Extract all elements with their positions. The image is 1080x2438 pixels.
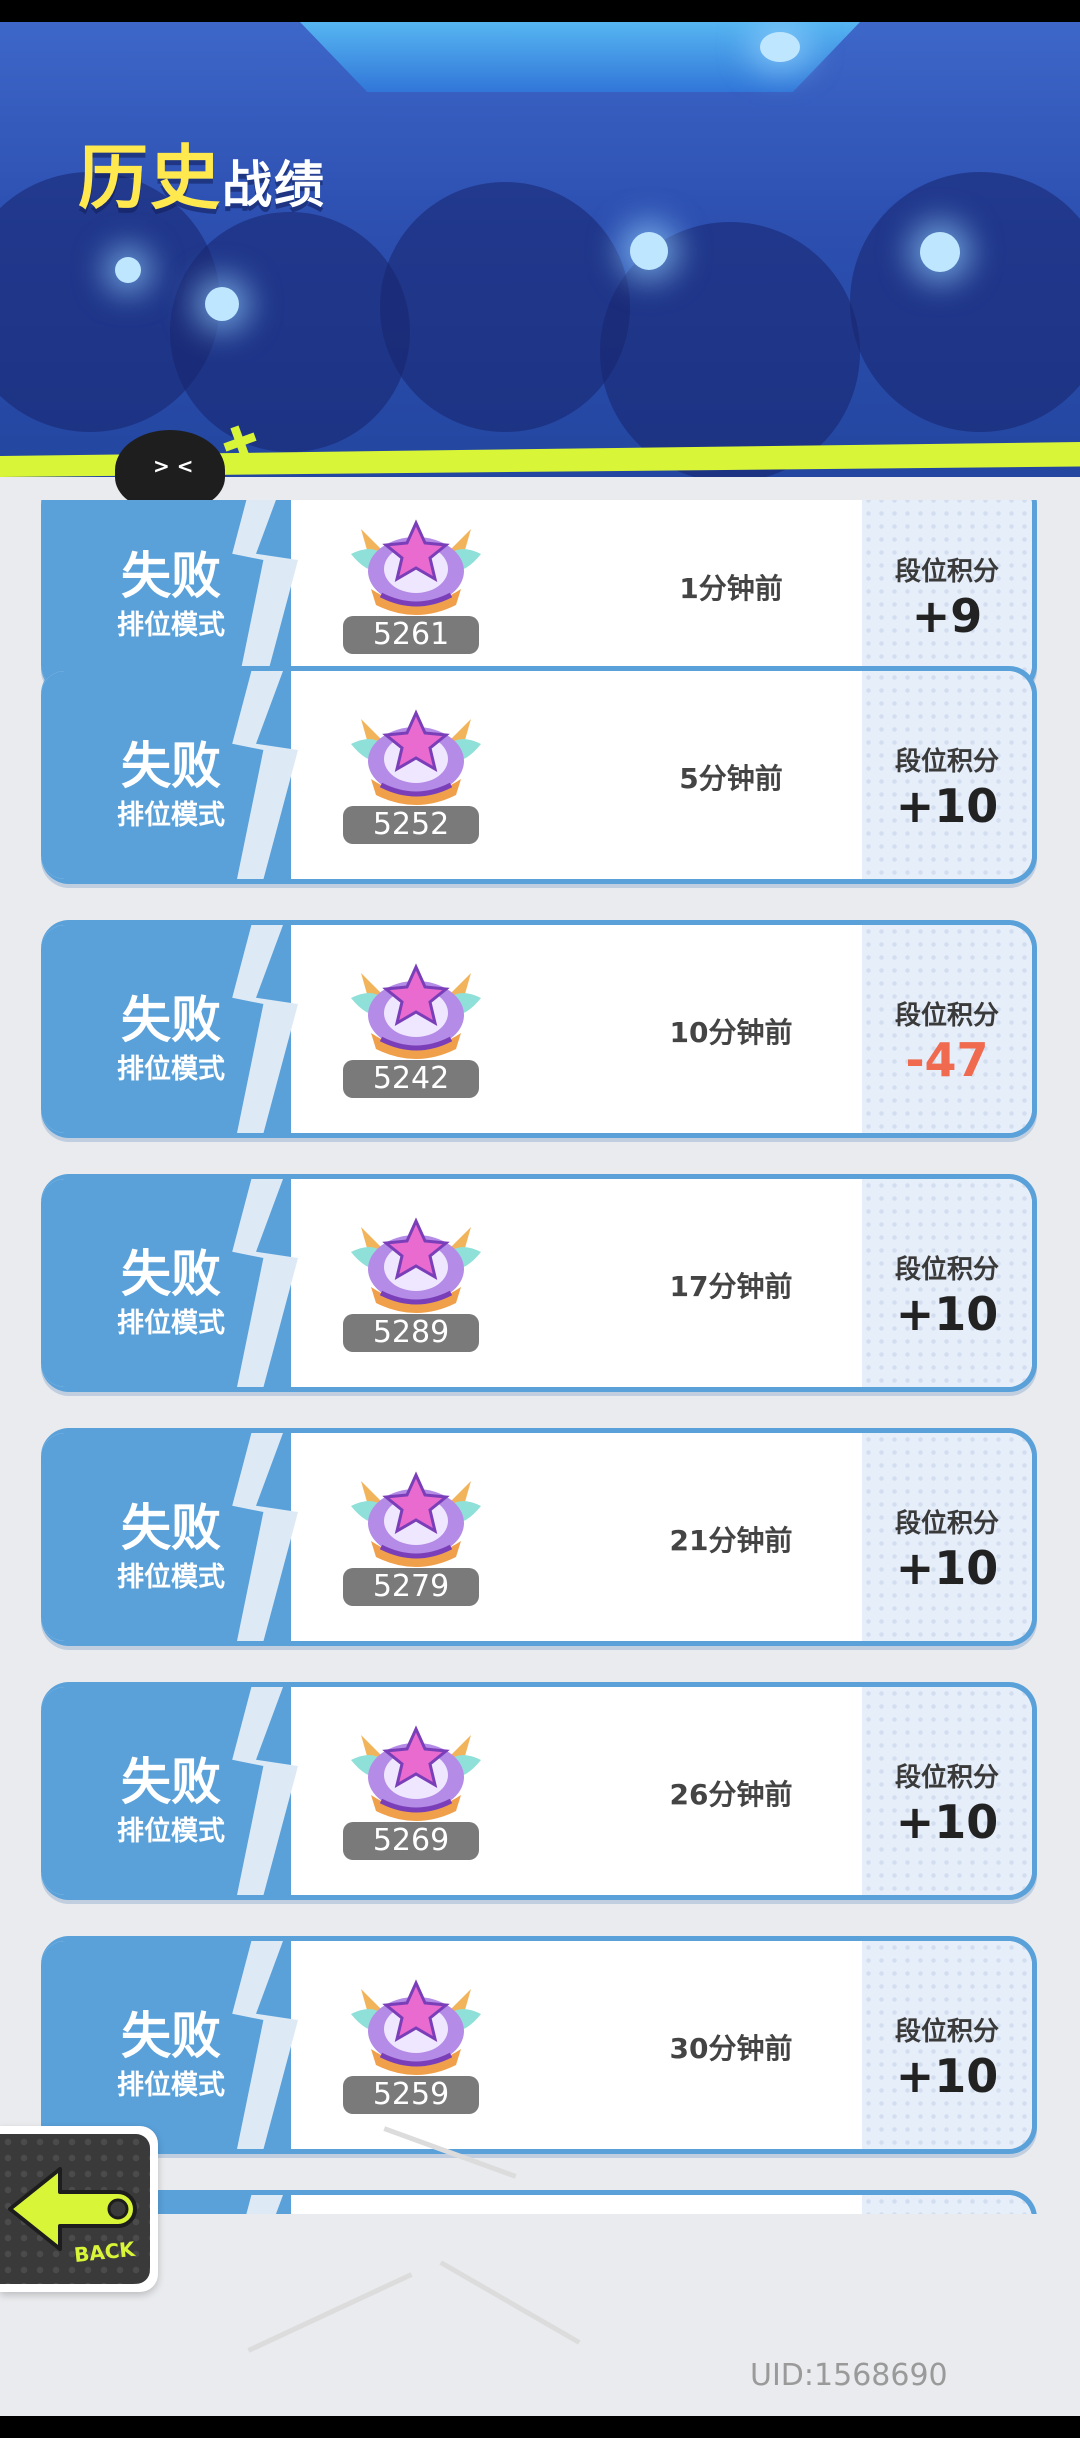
score-panel: 段位积分 +10 [862, 1941, 1032, 2149]
score-value: +10 [895, 1541, 999, 1595]
match-time: 1分钟前 [679, 572, 783, 605]
score-value: +10 [895, 779, 999, 833]
spotlight [920, 232, 960, 272]
back-button-face: BACK [0, 2134, 150, 2284]
rank-emblem-icon [341, 699, 491, 809]
spotlight [205, 287, 239, 321]
card-body [41, 2195, 1032, 2214]
card-body: 失败 排位模式 5289 17分钟前 段位积分 +10 [41, 1179, 1032, 1387]
spotlight [760, 32, 800, 62]
match-result: 失败 [121, 737, 221, 795]
match-mode: 排位模式 [117, 1054, 225, 1085]
match-time: 30分钟前 [669, 2032, 793, 2065]
match-record-card[interactable]: 失败 排位模式 5269 26分钟前 段位积分 +10 [41, 1682, 1037, 1900]
match-result: 失败 [121, 991, 221, 1049]
match-record-card[interactable]: 失败 排位模式 5261 1分钟前 段位积分 +9 [41, 500, 1037, 694]
match-record-card[interactable]: 失败 排位模式 5289 17分钟前 段位积分 +10 [41, 1174, 1037, 1392]
match-result: 失败 [121, 1245, 221, 1303]
match-history-list[interactable]: 失败 排位模式 5261 1分钟前 段位积分 +9 失败 排位模式 5252 5… [0, 500, 1080, 2214]
match-result: 失败 [121, 547, 221, 605]
score-label: 段位积分 [894, 747, 999, 777]
rank-rating: 5289 [343, 1314, 479, 1352]
card-body: 失败 排位模式 5259 30分钟前 段位积分 +10 [41, 1941, 1032, 2149]
score-panel [862, 2195, 1032, 2214]
decor-line [439, 2260, 581, 2345]
match-mode: 排位模式 [117, 2070, 225, 2101]
rank-rating: 5252 [343, 806, 479, 844]
match-record-card[interactable]: 失败 排位模式 5259 30分钟前 段位积分 +10 [41, 1936, 1037, 2154]
rank-rating: 5261 [343, 616, 479, 654]
match-time: 10分钟前 [669, 1016, 793, 1049]
match-result: 失败 [121, 2007, 221, 2065]
match-record-card[interactable]: 失败 排位模式 5242 10分钟前 段位积分 -47 [41, 920, 1037, 1138]
title-highlight: 历史 [78, 137, 222, 219]
crowd-silhouette [380, 182, 630, 432]
card-body: 失败 排位模式 5242 10分钟前 段位积分 -47 [41, 925, 1032, 1133]
decor-line [247, 2272, 413, 2353]
status-bar [0, 0, 1080, 22]
rank-emblem-icon [341, 953, 491, 1063]
match-record-card[interactable]: 失败 排位模式 5279 21分钟前 段位积分 +10 [41, 1428, 1037, 1646]
crowd-silhouette [850, 172, 1080, 432]
user-uid: UID:1568690 [750, 2358, 948, 2393]
match-time: 17分钟前 [669, 1270, 793, 1303]
match-mode: 排位模式 [117, 1562, 225, 1593]
match-time: 26分钟前 [669, 1778, 793, 1811]
score-value: -47 [905, 1033, 989, 1087]
match-mode: 排位模式 [117, 1308, 225, 1339]
card-body: 失败 排位模式 5279 21分钟前 段位积分 +10 [41, 1433, 1032, 1641]
score-label: 段位积分 [894, 1763, 999, 1793]
score-value: +10 [895, 1287, 999, 1341]
score-label: 段位积分 [894, 1255, 999, 1285]
rank-rating: 5242 [343, 1060, 479, 1098]
spotlight [630, 232, 668, 270]
score-label: 段位积分 [894, 557, 999, 587]
header-banner: 历史战绩 [0, 22, 1080, 477]
rank-emblem-icon [341, 1461, 491, 1571]
match-mode: 排位模式 [117, 1816, 225, 1847]
score-label: 段位积分 [894, 1509, 999, 1539]
rank-emblem-icon [341, 1969, 491, 2079]
score-panel: 段位积分 +10 [862, 1179, 1032, 1387]
rank-rating: 5279 [343, 1568, 479, 1606]
match-time: 21分钟前 [669, 1524, 793, 1557]
score-panel: 段位积分 +10 [862, 1687, 1032, 1895]
back-button[interactable]: BACK [0, 2126, 158, 2292]
match-record-card[interactable]: 失败 排位模式 5252 5分钟前 段位积分 +10 [41, 666, 1037, 884]
score-label: 段位积分 [894, 1001, 999, 1031]
score-value: +10 [895, 1795, 999, 1849]
match-mode: 排位模式 [117, 610, 225, 641]
match-time: 5分钟前 [679, 762, 783, 795]
navigation-bar [0, 2416, 1080, 2438]
match-result: 失败 [121, 1499, 221, 1557]
match-result: 失败 [121, 1753, 221, 1811]
score-panel: 段位积分 +9 [862, 500, 1032, 689]
mascot-icon: > < [115, 430, 225, 510]
spotlight [115, 257, 141, 283]
title-rest: 战绩 [222, 156, 326, 214]
score-panel: 段位积分 +10 [862, 1433, 1032, 1641]
score-panel: 段位积分 +10 [862, 671, 1032, 879]
card-body: 失败 排位模式 5252 5分钟前 段位积分 +10 [41, 671, 1032, 879]
match-record-card[interactable] [41, 2190, 1037, 2214]
crowd-silhouette [170, 212, 410, 452]
score-value: +9 [911, 589, 983, 643]
rank-emblem-icon [341, 509, 491, 619]
score-value: +10 [895, 2049, 999, 2103]
page-title: 历史战绩 [78, 122, 326, 223]
score-label: 段位积分 [894, 2017, 999, 2047]
rank-rating: 5259 [343, 2076, 479, 2114]
score-panel: 段位积分 -47 [862, 925, 1032, 1133]
card-body: 失败 排位模式 5269 26分钟前 段位积分 +10 [41, 1687, 1032, 1895]
rank-rating: 5269 [343, 1822, 479, 1860]
card-body: 失败 排位模式 5261 1分钟前 段位积分 +9 [41, 500, 1032, 689]
rank-emblem-icon [341, 1207, 491, 1317]
match-mode: 排位模式 [117, 800, 225, 831]
rank-emblem-icon [341, 1715, 491, 1825]
